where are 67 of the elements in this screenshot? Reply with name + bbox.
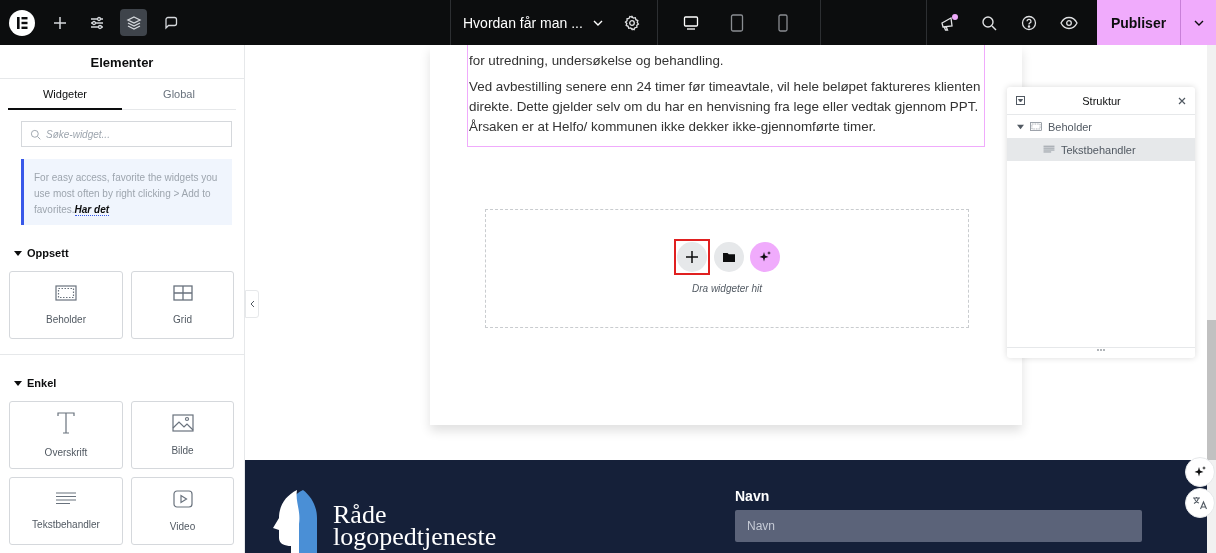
brand-name: Råde (333, 504, 387, 526)
widget-card[interactable]: Overskrift (9, 401, 123, 469)
tree-item[interactable]: Tekstbehandler (1007, 138, 1195, 161)
brand-name: logopedtjeneste (333, 526, 497, 548)
caret-down-icon (14, 249, 22, 257)
ai-button[interactable] (750, 242, 780, 272)
panel-tab[interactable]: Widgeter (8, 79, 122, 110)
chevron-down-icon (592, 19, 603, 26)
text-editor-widget[interactable] (467, 45, 985, 147)
caret-down-icon (14, 379, 22, 387)
panel-title: Struktur (1082, 94, 1121, 107)
video-icon (172, 490, 193, 508)
layers-tool-button[interactable] (120, 9, 147, 36)
tree-item[interactable]: Beholder (1007, 115, 1195, 138)
section-header[interactable]: Oppsett (9, 247, 69, 259)
logo-icon[interactable] (8, 8, 36, 37)
help-icon (1021, 14, 1037, 31)
chevron-down-icon (1193, 19, 1204, 26)
panel-title: Elementer (90, 54, 154, 70)
comment-icon (162, 14, 179, 31)
template-library-button[interactable] (714, 242, 744, 272)
drop-zone[interactable]: Dra widgeter hit (485, 209, 969, 328)
caret-down-icon (1017, 123, 1024, 130)
search-field[interactable]: Søke-widget... (21, 121, 232, 147)
text-lines-icon (1043, 145, 1055, 154)
page-title-dropdown[interactable]: Hvordan får man ... (451, 0, 617, 45)
field-label: Navn (735, 488, 770, 504)
face-silhouette-logo (273, 488, 319, 553)
resize-handle-icon[interactable] (1097, 348, 1105, 352)
text-lines-icon (55, 492, 77, 506)
sliders-icon (88, 14, 105, 31)
publish-button[interactable]: Publiser (1097, 0, 1180, 45)
plus-icon (685, 250, 699, 264)
folder-icon (723, 252, 735, 262)
search-icon (981, 14, 997, 31)
translate-icon (1192, 496, 1208, 510)
settings-icon (623, 14, 640, 31)
mobile-icon (777, 13, 788, 32)
image-icon (171, 414, 194, 432)
container-icon (1030, 122, 1042, 131)
eye-icon (1060, 15, 1078, 30)
layers-icon (125, 14, 142, 31)
chevron-left-icon (249, 300, 255, 308)
scrollbar[interactable] (1207, 45, 1216, 553)
tablet-icon (729, 13, 744, 32)
close-icon[interactable] (1178, 96, 1186, 105)
favorites-tip: For easy access, favorite the widgets you use most often by right clicking > Add to favorites.Har det (21, 159, 232, 225)
widget-card[interactable]: Beholder (9, 271, 123, 339)
widget-card[interactable]: Bilde (131, 401, 234, 469)
widget-card[interactable]: Tekstbehandler (9, 477, 123, 545)
section-header[interactable]: Enkel (9, 377, 57, 389)
dismiss-link[interactable]: Har det (74, 204, 110, 216)
collapse-icon[interactable] (1016, 96, 1025, 105)
widget-card[interactable]: Grid (131, 271, 234, 339)
heading-icon (56, 412, 76, 434)
megaphone-icon (939, 12, 959, 33)
drop-hint: Dra widgeter hit (692, 283, 762, 294)
desktop-icon (682, 14, 699, 31)
name-input-field[interactable]: Navn (735, 510, 1142, 542)
plus-icon (52, 15, 67, 30)
container-icon (55, 285, 77, 301)
widget-card[interactable]: Video (131, 477, 234, 545)
panel-tab[interactable]: Global (122, 79, 236, 110)
body-paragraph: for utredning, undersøkelse og behandling. (469, 52, 725, 70)
search-icon (30, 129, 41, 140)
grid-icon (172, 285, 193, 301)
body-paragraph: Ved avbestilling senere enn 24 timer før timeavtale, vil hele beløpet faktureres klienten direkte. Dette gjelder selv om du har en henvisning fra lege eller vedtak gjennom PPT. Årsaken er at Helfo/ kommunen ikke dekker ikke-gjennomførte timer. (469, 78, 982, 136)
